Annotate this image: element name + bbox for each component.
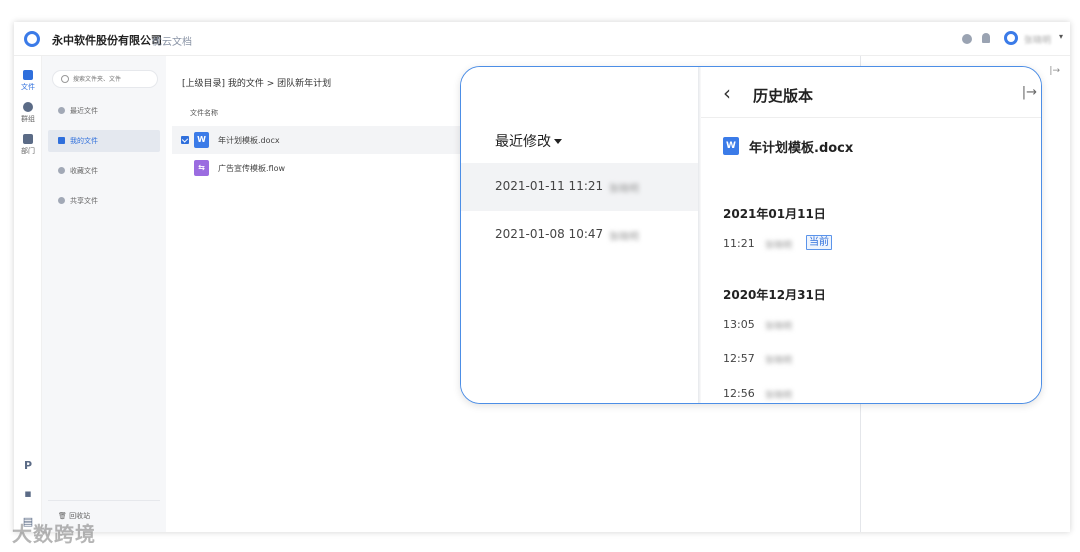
bell-icon[interactable] [982, 33, 990, 43]
search-icon [61, 75, 69, 83]
close-panel-icon[interactable]: |→ [1022, 85, 1037, 100]
nav-item-label: 收藏文件 [70, 167, 98, 175]
divider [701, 117, 1041, 118]
file-icon [23, 70, 33, 80]
product-name[interactable]: 优云文档 [152, 33, 192, 48]
company-name: 永中软件股份有限公司 [52, 34, 162, 47]
lock-icon[interactable]: ▪ [22, 488, 34, 500]
current-version-badge: 当前 [806, 235, 832, 250]
share-icon [58, 197, 65, 204]
version-author: 张晓明 [765, 356, 793, 366]
panel-title: 历史版本 [753, 87, 814, 105]
version-date-heading: 2020年12月31日 [723, 288, 826, 302]
list-item[interactable]: 2021-01-08 10:47 张晓明 [461, 211, 698, 259]
nav-item-shared[interactable]: 共享文件 [48, 190, 160, 212]
rail-files-label: 文件 [21, 83, 35, 91]
nav-item-label: 最近文件 [70, 107, 98, 115]
version-author: 张晓明 [765, 241, 793, 251]
row-checkbox[interactable] [181, 136, 189, 144]
nav-item-my-files[interactable]: 我的文件 [48, 130, 160, 152]
list-item[interactable]: 2021-01-11 11:21 张晓明 [461, 163, 698, 211]
column-header-name[interactable]: 文件名称 [190, 108, 218, 118]
version-time[interactable]: 12:57 [723, 352, 755, 365]
modified-time: 2021-01-08 10:47 [495, 227, 604, 241]
chevron-down-icon[interactable]: ▾ [1059, 32, 1063, 41]
history-zoom-callout: 最近修改 2021-01-11 11:21 张晓明 2021-01-08 10:… [460, 66, 1042, 404]
nav-item-label: 我的文件 [70, 137, 98, 145]
list-icon [23, 134, 33, 144]
company-logo-icon [24, 31, 40, 47]
rail-item-groups[interactable]: 群组 [14, 102, 42, 124]
version-time[interactable]: 13:05 [723, 318, 755, 331]
rail-department-label: 部门 [21, 147, 35, 155]
left-rail: 文件 群组 部门 P ▪ ▤ [14, 56, 42, 532]
document-name: 年计划模板.docx [749, 141, 854, 156]
search-box [52, 70, 158, 88]
recent-modified-list: 最近修改 2021-01-11 11:21 张晓明 2021-01-08 10:… [461, 67, 698, 403]
top-bar: 永中软件股份有限公司 优云文档 张晓明 ▾ [14, 22, 1070, 56]
nav-item-recent[interactable]: 最近文件 [48, 100, 160, 122]
collapse-panel-icon[interactable]: |→ [1049, 66, 1060, 76]
version-history-panel: ‹ 历史版本 |→ W 年计划模板.docx 2021年01月11日 11:21… [701, 67, 1041, 403]
user-name[interactable]: 张晓明 [1024, 33, 1051, 46]
version-author: 张晓明 [765, 391, 793, 401]
rail-item-files[interactable]: 文件 [14, 70, 42, 92]
version-author: 张晓明 [765, 322, 793, 332]
breadcrumb[interactable]: [上级目录] 我的文件 > 团队新年计划 [182, 76, 331, 89]
modified-time: 2021-01-11 11:21 [495, 179, 604, 193]
watermark: 大数跨境 [12, 522, 96, 546]
caret-down-icon [554, 139, 562, 144]
divider [48, 500, 160, 501]
sort-label: 最近修改 [495, 134, 551, 150]
word-file-icon: W [194, 132, 209, 148]
nav-item-label: 共享文件 [70, 197, 98, 205]
help-icon[interactable] [962, 34, 972, 44]
nav-item-favorites[interactable]: 收藏文件 [48, 160, 160, 182]
flow-file-icon: ⇆ [194, 160, 209, 176]
back-chevron-icon[interactable]: ‹ [723, 81, 731, 105]
word-file-icon: W [723, 137, 739, 155]
group-icon [23, 102, 33, 112]
modifier-name: 张晓明 [609, 184, 639, 195]
sort-dropdown[interactable]: 最近修改 [495, 131, 562, 151]
account-logo-icon[interactable] [1004, 31, 1018, 45]
version-time[interactable]: 12:56 [723, 387, 755, 400]
file-name[interactable]: 年计划模板.docx [218, 135, 280, 146]
rail-item-department[interactable]: 部门 [14, 134, 42, 156]
search-input[interactable] [73, 73, 155, 85]
folder-icon [58, 137, 65, 144]
modifier-name: 张晓明 [609, 232, 639, 243]
rail-groups-label: 群组 [21, 115, 35, 123]
version-time[interactable]: 11:21 [723, 237, 755, 250]
file-nav: 最近文件 我的文件 收藏文件 共享文件 🗑 回收站 [42, 56, 166, 532]
p-icon[interactable]: P [22, 460, 34, 472]
file-name[interactable]: 广告宣传模板.flow [218, 163, 285, 174]
star-icon [58, 167, 65, 174]
version-date-heading: 2021年01月11日 [723, 207, 826, 221]
clock-icon [58, 107, 65, 114]
